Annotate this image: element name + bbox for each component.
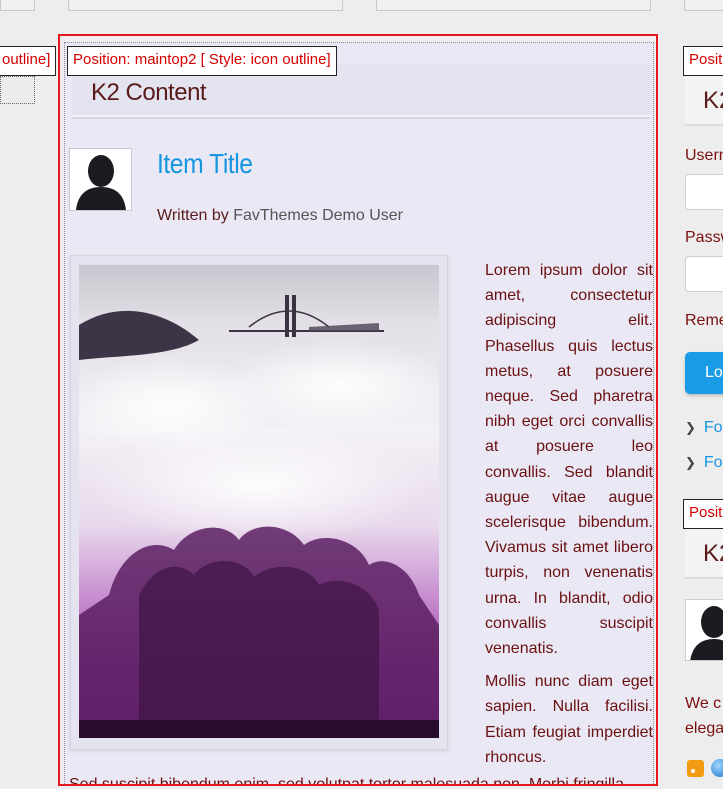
forgot-username-text: Fo [703, 454, 723, 471]
left-module-box [0, 76, 35, 104]
right-position-label-1: Positi [683, 46, 723, 76]
user-description-line-1: We c [685, 695, 722, 712]
item-title-link[interactable]: Item Title [157, 148, 253, 180]
item-byline: Written by FavThemes Demo User [157, 207, 403, 225]
body-paragraph-1: Lorem ipsum dolor sit amet, consectetur … [485, 262, 653, 658]
login-module-header: K2 [685, 76, 723, 126]
chevron-right-icon: ❯ [685, 420, 696, 435]
byline-prefix: Written by [157, 207, 229, 224]
top-stub-center-left [68, 0, 343, 11]
login-button[interactable]: Lo [685, 352, 723, 394]
right-position-label-2: Positi [683, 499, 723, 529]
rss-icon[interactable] [687, 760, 704, 777]
top-stub-center-right [376, 0, 651, 11]
username-input[interactable] [685, 174, 723, 210]
login-module-title: K2 [703, 87, 723, 114]
forgot-password-link[interactable]: ❯ Fo [685, 419, 723, 437]
item-image-frame [70, 255, 448, 750]
username-label: Userna [685, 147, 723, 164]
author-avatar[interactable] [69, 148, 132, 211]
body-paragraph-tail: Sed suscipit bibendum enim, sed volutpat… [69, 776, 624, 786]
author-link[interactable]: FavThemes Demo User [233, 207, 403, 224]
module-title: K2 Content [91, 79, 207, 106]
password-label: Passw [685, 229, 723, 246]
chevron-right-icon: ❯ [685, 455, 696, 470]
top-stub-left [0, 0, 35, 11]
k2-module-header: K2 [685, 529, 723, 579]
forgot-username-link[interactable]: ❯ Fo [685, 454, 723, 472]
page: outline] K2 Content Item Title Written b… [0, 0, 723, 789]
user-description-line-2: elega [685, 720, 723, 737]
item-body-text: Lorem ipsum dolor sit amet, consectetur … [485, 258, 653, 778]
user-silhouette-icon [686, 600, 723, 660]
top-stub-right [684, 0, 723, 11]
globe-icon[interactable] [711, 759, 723, 777]
remember-me-label: Reme [685, 312, 723, 329]
user-avatar[interactable] [685, 599, 723, 661]
k2-content-panel: K2 Content Item Title Written by FavThem… [64, 42, 654, 786]
forgot-password-text: Fo [703, 419, 723, 436]
maintop2-position-label: Position: maintop2 [ Style: icon outline… [67, 46, 337, 76]
user-silhouette-icon [70, 149, 131, 210]
body-paragraph-2: Mollis nunc diam eget sapien. Nulla faci… [485, 673, 653, 766]
right-column: Positi K2 Userna Passw Reme Lo ❯ Fo ❯ Fo P… [683, 46, 723, 789]
maintop2-module: K2 Content Item Title Written by FavThem… [58, 34, 658, 786]
left-position-label: outline] [0, 46, 57, 76]
k2-module-title: K2 [703, 540, 723, 567]
password-input[interactable] [685, 256, 723, 292]
item-image[interactable] [79, 265, 439, 738]
